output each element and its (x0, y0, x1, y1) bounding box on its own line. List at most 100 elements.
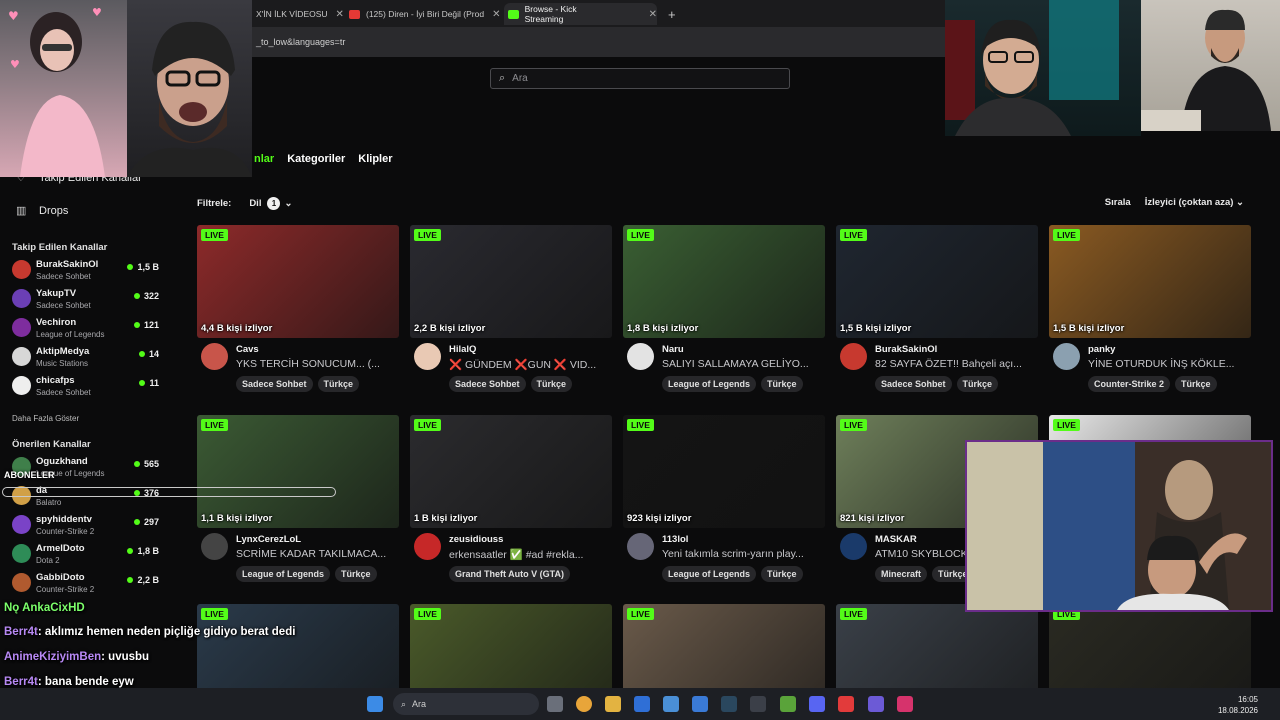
stream-title[interactable]: Yeni takımla scrim-yarın play... (662, 548, 825, 560)
category-tag[interactable]: League of Legends (236, 566, 331, 582)
avatar[interactable] (627, 533, 654, 560)
sidebar-channel[interactable]: chicafps Sadece Sohbet 11 (12, 373, 162, 401)
sidebar-drops-link[interactable]: ▥ Drops (16, 204, 68, 218)
sidebar-channel[interactable]: ArmelDoto Dota 2 1,8 B (12, 541, 162, 569)
category-tag[interactable]: Türkçe (956, 376, 999, 392)
sidebar-channel[interactable]: BurakSakinOl Sadece Sohbet 1,5 B (12, 257, 162, 285)
category-tag[interactable]: Sadece Sohbet (236, 376, 313, 392)
tab-channels[interactable]: nlar (254, 153, 274, 165)
stream-thumbnail[interactable]: LIVE 1 B kişi izliyor (410, 415, 612, 528)
stream-title[interactable]: 82 SAYFA ÖZET!! Bahçeli açı... (875, 358, 1038, 370)
stream-card[interactable]: LIVE 1,5 B kişi izliyor panky YİNE OTURDUK … (1049, 225, 1251, 398)
category-tag[interactable]: Türkçe (335, 566, 377, 582)
minecraft-icon[interactable] (780, 696, 796, 712)
channel-name[interactable]: MASKAR (875, 534, 917, 545)
channel-name[interactable]: Cavs (236, 344, 259, 355)
category-tag[interactable]: Minecraft (875, 566, 928, 582)
stream-title[interactable]: YİNE OTURDUK İNŞ KÖKLE... (1088, 358, 1251, 370)
sidebar-channel[interactable]: Vechiron League of Legends 121 (12, 315, 162, 343)
channel-name[interactable]: Naru (662, 344, 684, 355)
tab-youtube[interactable]: (125) Diren - İyi Biri Değil (Prod ✕ (345, 3, 500, 25)
category-tag[interactable]: Türkçe (761, 376, 803, 392)
avatar[interactable] (201, 343, 228, 370)
avatar[interactable] (840, 343, 867, 370)
instagram-icon[interactable] (897, 696, 913, 712)
windows-start-icon[interactable] (367, 696, 383, 712)
folder-icon[interactable] (605, 696, 621, 712)
taskbar-search[interactable]: ⌕ Ara (393, 693, 539, 715)
stream-title[interactable]: SALIYI SALLAMAYA GELİYO... (662, 358, 825, 370)
language-filter[interactable]: Dil 1 ⌄ (249, 197, 292, 210)
close-icon[interactable]: ✕ (649, 9, 657, 20)
channel-name[interactable]: 113lol (662, 534, 688, 545)
tab-video[interactable]: X'İN İLK VİDEOSU ✕ (252, 3, 344, 25)
category-tag[interactable]: Türkçe (317, 376, 360, 392)
stream-thumbnail[interactable]: LIVE 4,4 B kişi izliyor (197, 225, 399, 338)
channel-name[interactable]: LynxCerezLoL (236, 534, 301, 545)
tab-clips[interactable]: Klipler (358, 153, 392, 165)
category-tag[interactable]: League of Legends (662, 376, 757, 392)
stream-card[interactable]: LIVE 1,1 B kişi izliyor LynxCerezLoL SCRİME… (197, 415, 399, 588)
new-tab-button[interactable]: + (664, 3, 676, 25)
stream-title[interactable]: YKS TERCİH SONUCUM... (... (236, 358, 399, 370)
tab-kick[interactable]: Browse - Kick Streaming ✕ (504, 3, 657, 25)
stream-card[interactable]: LIVE 1,5 B kişi izliyor BurakSakinOl 82 SAY… (836, 225, 1038, 398)
viewer-count: 923 kişi izliyor (627, 513, 692, 524)
avatar[interactable] (840, 533, 867, 560)
close-icon[interactable]: ✕ (336, 9, 344, 20)
stream-thumbnail[interactable]: LIVE 923 kişi izliyor (623, 415, 825, 528)
show-more-link[interactable]: Daha Fazla Göster (12, 414, 79, 423)
stream-thumbnail[interactable]: LIVE 1,8 B kişi izliyor (623, 225, 825, 338)
sidebar-channel[interactable]: AktipMedya Music Stations 14 (12, 344, 162, 372)
stream-card[interactable]: LIVE 1,8 B kişi izliyor Naru SALIYI SALLAMA… (623, 225, 825, 398)
app-icon[interactable] (634, 696, 650, 712)
stream-card[interactable]: LIVE 923 kişi izliyor 113lol Yeni takımla s… (623, 415, 825, 588)
stream-title[interactable]: ❌ GÜNDEM ❌GUN ❌ VID... (449, 358, 612, 371)
stream-card[interactable]: LIVE 4,4 B kişi izliyor Cavs YKS TERCİH SON… (197, 225, 399, 398)
stream-title[interactable]: SCRİME KADAR TAKILMACA... (236, 548, 399, 560)
stream-thumbnail[interactable]: LIVE 1,1 B kişi izliyor (197, 415, 399, 528)
sort-select[interactable]: İzleyici (çoktan aza) ⌄ (1145, 197, 1244, 208)
channel-name[interactable]: HilalQ (449, 344, 476, 355)
discord-icon[interactable] (809, 696, 825, 712)
category-tag[interactable]: Türkçe (1175, 376, 1217, 392)
store-icon[interactable] (663, 696, 679, 712)
stream-thumbnail[interactable]: LIVE 1,5 B kişi izliyor (836, 225, 1038, 338)
category-tag[interactable]: Sadece Sohbet (449, 376, 526, 392)
app-icon[interactable] (750, 696, 766, 712)
category-tag[interactable]: Sadece Sohbet (875, 376, 952, 392)
chat-username: Nǫ AnkaCixHD (4, 602, 85, 614)
steam-icon[interactable] (721, 696, 737, 712)
stream-title[interactable]: erkensaatler ✅ #ad #rekla... (449, 548, 612, 561)
channel-name[interactable]: panky (1088, 344, 1115, 355)
avatar[interactable] (414, 533, 441, 560)
stream-thumbnail[interactable]: LIVE 2,2 B kişi izliyor (410, 225, 612, 338)
sidebar-channel[interactable]: YakupTV Sadece Sohbet 322 (12, 286, 162, 314)
category-tag[interactable]: League of Legends (662, 566, 757, 582)
avatar[interactable] (414, 343, 441, 370)
avatar (12, 318, 31, 337)
avatar[interactable] (1053, 343, 1080, 370)
task-view-icon[interactable] (547, 696, 563, 712)
channel-name[interactable]: BurakSakinOl (875, 344, 937, 355)
channel-name[interactable]: zeusidiouss (449, 534, 503, 545)
category-tag[interactable]: Counter-Strike 2 (1088, 376, 1171, 392)
sidebar-channel[interactable]: spyhiddentv Counter-Strike 2 297 (12, 512, 162, 540)
category-tag[interactable]: Grand Theft Auto V (GTA) (449, 566, 570, 582)
stream-card[interactable]: LIVE 1 B kişi izliyor zeusidiouss erkensaat… (410, 415, 612, 588)
search-input[interactable]: ⌕ Ara (490, 68, 790, 89)
stream-card[interactable]: LIVE 2,2 B kişi izliyor HilalQ ❌ GÜNDEM ❌GU… (410, 225, 612, 398)
sidebar-channel[interactable]: GabbiDoto Counter-Strike 2 2,2 B (12, 570, 162, 598)
taskbar-search-label: Ara (412, 699, 427, 709)
tab-categories[interactable]: Kategoriler (287, 153, 345, 165)
app-icon[interactable] (868, 696, 884, 712)
category-tag[interactable]: Türkçe (761, 566, 803, 582)
close-icon[interactable]: ✕ (492, 9, 500, 20)
category-tag[interactable]: Türkçe (530, 376, 573, 392)
avatar[interactable] (627, 343, 654, 370)
avatar[interactable] (201, 533, 228, 560)
mail-icon[interactable] (692, 696, 708, 712)
stream-thumbnail[interactable]: LIVE 1,5 B kişi izliyor (1049, 225, 1251, 338)
chrome-icon[interactable] (576, 696, 592, 712)
media-icon[interactable] (838, 696, 854, 712)
